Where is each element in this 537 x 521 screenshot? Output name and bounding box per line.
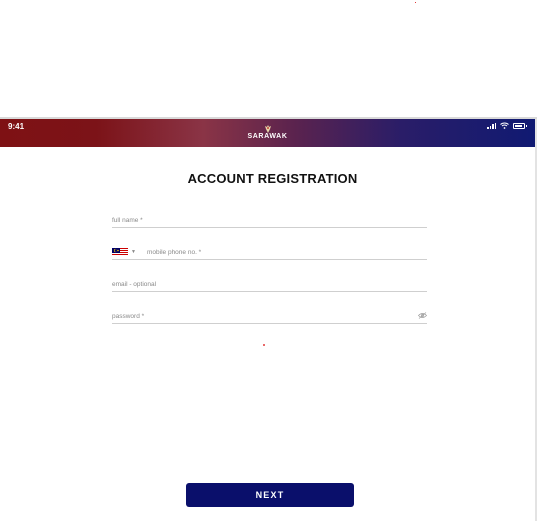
- full-name-field: [112, 214, 427, 228]
- phone-input[interactable]: [147, 246, 427, 259]
- brand-name: SARAWAK: [247, 133, 288, 140]
- status-icons: [487, 122, 527, 129]
- full-name-input[interactable]: [112, 214, 427, 227]
- eye-off-icon[interactable]: [418, 312, 427, 319]
- password-input[interactable]: [112, 310, 427, 323]
- next-button[interactable]: NEXT: [186, 483, 354, 507]
- stray-dot-top: [415, 2, 416, 3]
- password-field: [112, 310, 427, 324]
- brand-logo: SARAWAK: [0, 124, 535, 140]
- country-selector[interactable]: ▼: [112, 248, 136, 256]
- email-input[interactable]: [112, 278, 427, 291]
- signal-icon: [487, 122, 496, 129]
- email-field: [112, 278, 427, 292]
- battery-icon: [513, 122, 527, 129]
- loading-indicator: [263, 344, 265, 346]
- wifi-icon: [500, 122, 509, 129]
- app-screen: 9:41 SARAWAK ACCOUNT REGISTRATION full n…: [0, 119, 537, 521]
- phone-field: ▼: [112, 246, 427, 260]
- chevron-down-icon: ▼: [131, 249, 136, 255]
- malaysia-flag-icon: [112, 248, 128, 256]
- app-header: 9:41 SARAWAK: [0, 119, 535, 147]
- page-title: ACCOUNT REGISTRATION: [187, 171, 358, 186]
